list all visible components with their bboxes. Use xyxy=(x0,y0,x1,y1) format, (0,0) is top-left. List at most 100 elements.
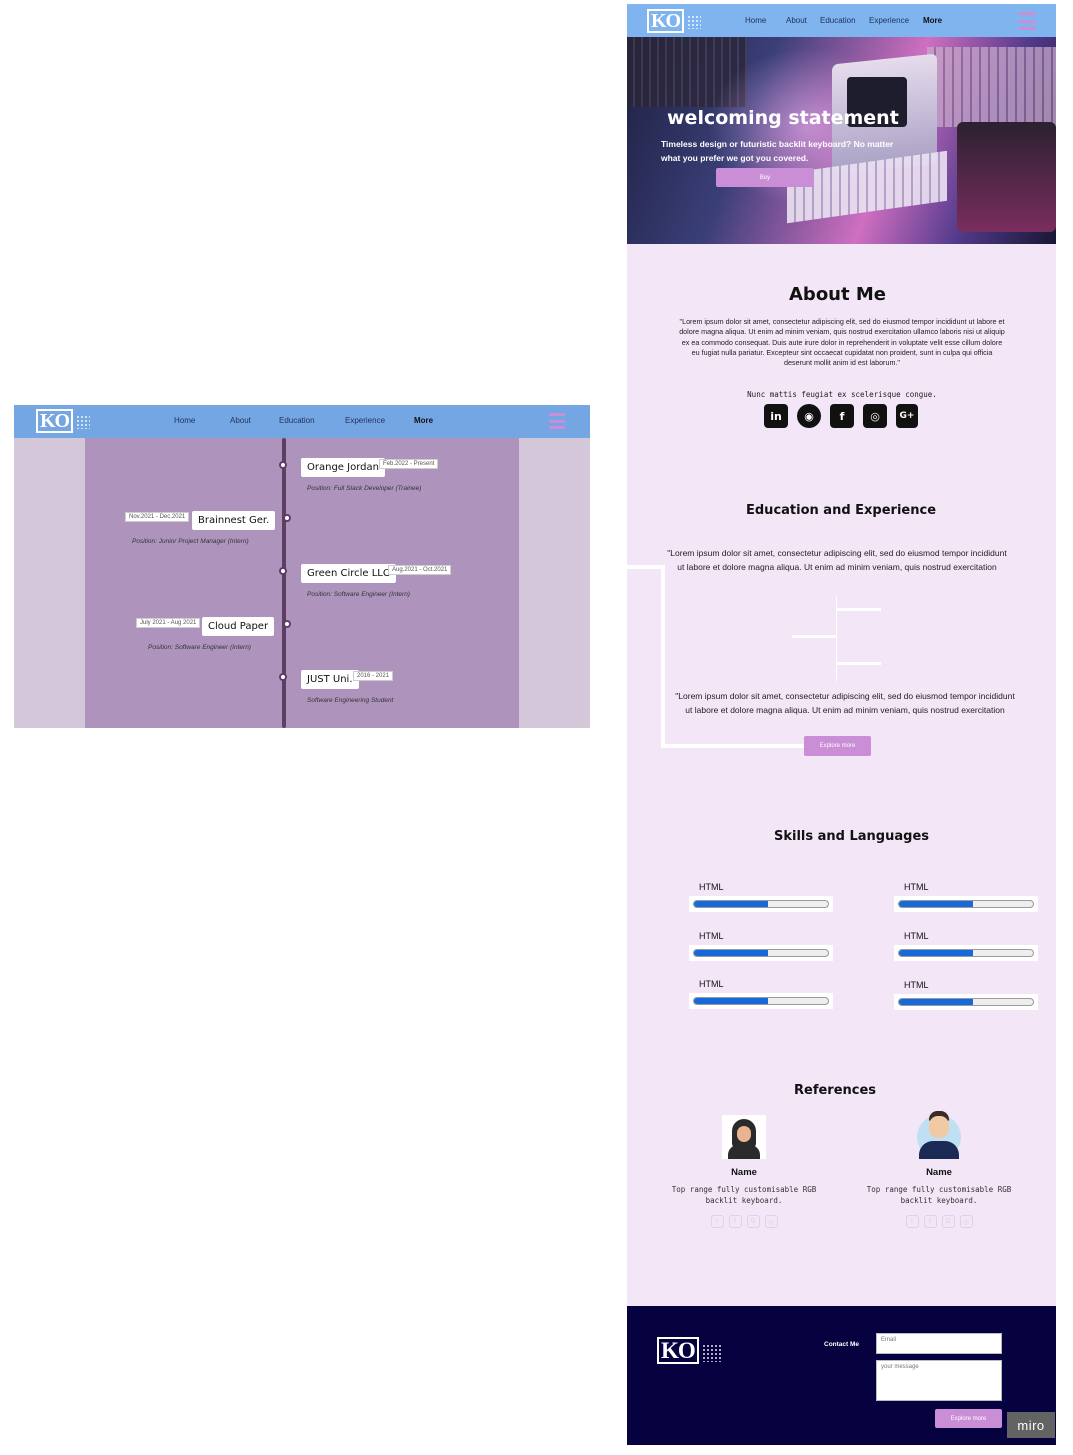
avatar xyxy=(722,1115,766,1159)
hero-text: Timeless design or futuristic backlit ke… xyxy=(661,139,894,163)
nav-link-more[interactable]: More xyxy=(414,416,433,425)
nav-link-education[interactable]: Education xyxy=(279,416,315,425)
skill-label: HTML xyxy=(699,882,724,892)
about-tagline: Nunc mattis feugiat ex scelerisque congu… xyxy=(747,390,937,399)
skill-progress-bar xyxy=(693,900,829,908)
timeline-dot xyxy=(283,620,291,628)
education-paragraph-1: "Lorem ipsum dolor sit amet, consectetur… xyxy=(667,548,1007,572)
logo-dots-icon xyxy=(687,15,702,30)
logo-dots-icon xyxy=(701,1343,722,1362)
facebook-icon[interactable]: f xyxy=(923,1215,937,1228)
skill-item: HTML xyxy=(689,931,833,961)
twitter-icon[interactable]: t xyxy=(905,1215,919,1228)
instagram-icon[interactable]: ◎ xyxy=(863,404,887,428)
timeline-position: Position: Full Stack Developer (Trainee) xyxy=(307,485,422,492)
timeline-date: Nov.2021 - Dec.2021 xyxy=(125,512,190,522)
instagram-icon[interactable]: ◎ xyxy=(764,1215,778,1228)
timeline-position: Position: Software Engineer (Intern) xyxy=(307,591,410,598)
timeline-dot xyxy=(279,461,287,469)
skill-progress-bar xyxy=(898,949,1034,957)
timeline-title: JUST Uni. xyxy=(301,670,359,689)
contact-label: Contact Me xyxy=(824,1341,860,1348)
timeline-title: Orange Jordan xyxy=(301,458,385,477)
footer-explore-button[interactable]: Explore more xyxy=(935,1409,1002,1428)
timeline-line xyxy=(282,438,286,728)
references-title: References xyxy=(794,1083,877,1098)
nav-link-home[interactable]: Home xyxy=(745,16,766,25)
skill-label: HTML xyxy=(699,931,724,941)
skill-label: HTML xyxy=(904,931,929,941)
timeline-title: Brainnest Ger. xyxy=(192,511,276,530)
logo[interactable]: KO xyxy=(36,409,91,433)
nav-link-home[interactable]: Home xyxy=(174,416,195,425)
timeline-dot xyxy=(279,673,287,681)
nav-link-more[interactable]: More xyxy=(923,16,942,25)
github-icon[interactable]: ◉ xyxy=(797,404,821,428)
skill-label: HTML xyxy=(699,979,724,989)
hero-heading: welcoming statement xyxy=(667,107,899,129)
social-links: in ◉ f ◎ G+ xyxy=(764,404,927,428)
skill-item: HTML xyxy=(689,882,833,912)
timeline-title: Cloud Paper xyxy=(202,617,275,636)
timeline-title: Green Circle LLC xyxy=(301,564,396,583)
twitter-icon[interactable]: t xyxy=(710,1215,724,1228)
google-plus-icon[interactable]: G+ xyxy=(896,404,918,428)
education-paragraph-2: "Lorem ipsum dolor sit amet, consectetur… xyxy=(675,691,1015,715)
landing-frame: KO Home About Education Experience More … xyxy=(627,4,1056,1445)
timeline-position: Software Engineering Student xyxy=(307,697,394,704)
education-title: Education and Experience xyxy=(746,503,937,518)
reference-card: Name Top range fully customisable RGB ba… xyxy=(669,1115,819,1228)
menu-burger-icon[interactable] xyxy=(549,413,565,429)
buy-button[interactable]: Buy xyxy=(716,168,814,187)
reference-description: Top range fully customisable RGB backlit… xyxy=(671,1185,817,1205)
logo-dots-icon xyxy=(76,415,91,430)
nav-bar: KO Home About Education Experience More xyxy=(14,405,590,438)
facebook-icon[interactable]: f xyxy=(728,1215,742,1228)
timeline-position: Position: Software Engineer (Intern) xyxy=(148,644,251,651)
skill-progress-bar xyxy=(693,997,829,1005)
skill-item: HTML xyxy=(894,882,1038,912)
timeline-date: 2016 - 2021 xyxy=(353,671,394,681)
timeline-dot xyxy=(279,567,287,575)
avatar xyxy=(913,1107,965,1159)
footer-logo[interactable]: KO xyxy=(657,1337,722,1364)
timeline-date: July 2021 - Aug 2021 xyxy=(136,618,201,628)
explore-more-button[interactable]: Explore more xyxy=(804,736,871,756)
nav-link-education[interactable]: Education xyxy=(820,16,856,25)
facebook-icon[interactable]: f xyxy=(830,404,854,428)
menu-burger-icon[interactable] xyxy=(1019,12,1036,30)
reference-card: Name Top range fully customisable RGB ba… xyxy=(864,1107,1014,1228)
linkedin-icon[interactable]: in xyxy=(764,404,788,428)
google-plus-icon[interactable]: G xyxy=(746,1215,760,1228)
nav-link-experience[interactable]: Experience xyxy=(345,416,385,425)
skill-progress-bar xyxy=(693,949,829,957)
mini-timeline xyxy=(792,596,892,681)
nav-link-about[interactable]: About xyxy=(786,16,807,25)
reference-name: Name xyxy=(926,1167,952,1178)
about-quote: "Lorem ipsum dolor sit amet, consectetur… xyxy=(679,317,1005,368)
skill-item: HTML xyxy=(894,931,1038,961)
logo[interactable]: KO xyxy=(647,9,702,33)
skill-label: HTML xyxy=(904,882,929,892)
nav-bar: KO Home About Education Experience More xyxy=(627,4,1056,37)
about-title: About Me xyxy=(789,284,886,305)
miro-watermark: miro xyxy=(1007,1412,1055,1438)
timeline-frame: KO Home About Education Experience More … xyxy=(14,405,590,728)
nav-link-experience[interactable]: Experience xyxy=(869,16,909,25)
hero-banner: welcoming statement Timeless design or f… xyxy=(627,37,1056,244)
google-plus-icon[interactable]: G xyxy=(941,1215,955,1228)
skill-item: HTML xyxy=(894,980,1038,1010)
skill-label: HTML xyxy=(904,980,929,990)
skill-progress-bar xyxy=(898,998,1034,1006)
timeline-position: Position: Junior Project Manager (Intern… xyxy=(132,538,249,545)
footer: KO Contact Me Email your message Explore… xyxy=(627,1306,1056,1445)
instagram-icon[interactable]: ◎ xyxy=(959,1215,973,1228)
timeline-panel: Orange Jordan Feb.2022 - Present Positio… xyxy=(85,438,519,728)
message-field[interactable]: your message xyxy=(876,1360,1002,1401)
skill-progress-bar xyxy=(898,900,1034,908)
timeline-date: Feb.2022 - Present xyxy=(379,459,439,469)
skills-title: Skills and Languages xyxy=(774,829,930,844)
email-field[interactable]: Email xyxy=(876,1333,1002,1354)
skill-item: HTML xyxy=(689,979,833,1009)
nav-link-about[interactable]: About xyxy=(230,416,251,425)
